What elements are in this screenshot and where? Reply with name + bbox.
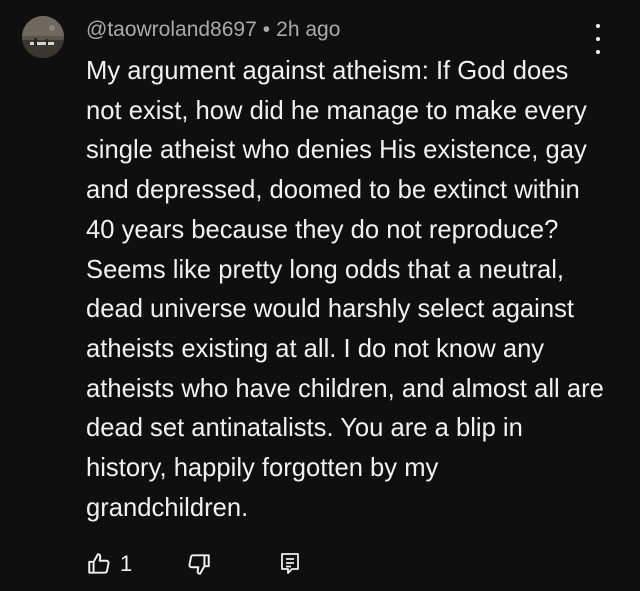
like-button[interactable]: 1 (86, 546, 132, 582)
dislike-button[interactable] (186, 546, 212, 582)
reply-button[interactable] (278, 546, 302, 582)
comment-item: @taowroland8697 • 2h ago My argument again… (0, 0, 640, 591)
comment-text: My argument against atheism: If God does… (86, 57, 604, 522)
meta-separator: • (262, 18, 271, 41)
avatar-image (22, 16, 64, 58)
reply-comment-icon (281, 553, 299, 574)
thumb-up-icon (88, 553, 110, 574)
comment-header: @taowroland8697 • 2h ago (86, 18, 340, 42)
avatar[interactable] (22, 16, 64, 58)
thumb-down-icon (188, 554, 210, 575)
author-name[interactable]: @taowroland8697 (86, 18, 257, 41)
comment-actions: 1 (86, 546, 386, 582)
more-vertical-icon[interactable] (588, 24, 608, 54)
like-count: 1 (120, 551, 133, 576)
comment-timestamp[interactable]: 2h ago (276, 18, 340, 41)
